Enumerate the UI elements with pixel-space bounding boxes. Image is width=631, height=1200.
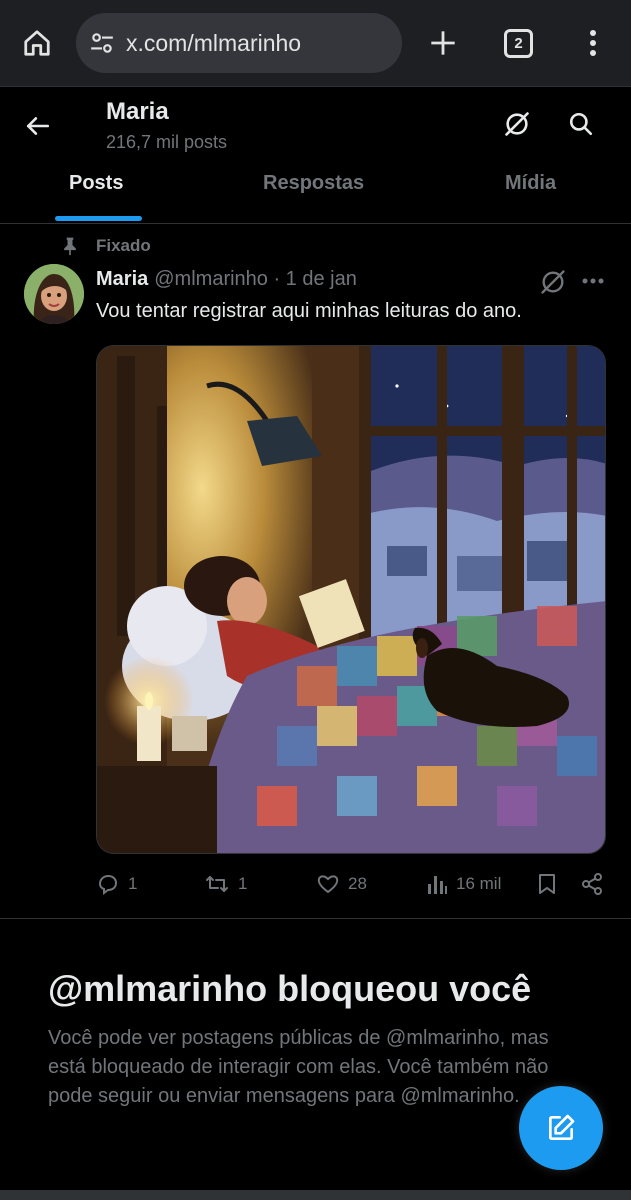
view-count: 16 mil (456, 874, 502, 893)
url-text[interactable]: x.com/mlmarinho (126, 30, 301, 57)
post-image[interactable] (96, 345, 606, 854)
browser-toolbar: x.com/mlmarinho 2 (0, 0, 631, 87)
like-button[interactable]: 28 (316, 872, 367, 896)
grok-icon[interactable] (500, 107, 534, 141)
back-arrow-icon[interactable] (22, 110, 54, 142)
post-actions: 1 1 28 16 mil (96, 872, 616, 902)
reply-icon (98, 874, 118, 895)
profile-name: Maria (106, 98, 169, 125)
profile-header: Maria 216,7 mil posts Posts Respostas Mí… (0, 88, 631, 224)
compose-icon (549, 1114, 575, 1140)
site-settings-icon[interactable] (88, 29, 116, 57)
tab-media[interactable]: Mídia (505, 172, 556, 195)
share-button[interactable] (580, 872, 612, 896)
reply-count: 1 (128, 874, 138, 893)
blocked-message: Você pode ver postagens públicas de @mlm… (48, 1027, 549, 1107)
post-header: Maria @mlmarinho · 1 de jan (96, 268, 357, 291)
reply-button[interactable]: 1 (96, 872, 137, 896)
avatar[interactable] (24, 264, 84, 324)
url-bar[interactable]: x.com/mlmarinho (76, 13, 402, 73)
tab-switcher-button[interactable]: 2 (504, 29, 533, 58)
bookmark-icon (539, 874, 555, 894)
post-text: Vou tentar registrar aqui minhas leitura… (96, 300, 522, 322)
new-tab-icon[interactable] (424, 24, 462, 62)
repost-icon (206, 876, 228, 892)
browser-menu-icon[interactable] (578, 24, 608, 62)
active-tab-indicator (55, 216, 142, 221)
more-options-icon[interactable] (581, 270, 605, 292)
repost-button[interactable]: 1 (204, 872, 247, 896)
views-button[interactable]: 16 mil (426, 872, 501, 896)
home-icon[interactable] (18, 24, 56, 62)
tab-replies[interactable]: Respostas (263, 172, 364, 195)
share-icon (582, 873, 602, 895)
heart-icon (317, 875, 339, 894)
blocked-title: @mlmarinho bloqueou você (48, 968, 532, 1009)
section-divider (0, 918, 631, 919)
tab-posts[interactable]: Posts (69, 172, 123, 195)
pin-icon (64, 237, 76, 256)
compose-post-button[interactable] (519, 1086, 603, 1170)
bottom-edge (0, 1190, 631, 1200)
pinned-indicator: Fixado (60, 236, 151, 256)
repost-count: 1 (238, 874, 248, 893)
profile-post-count: 216,7 mil posts (106, 132, 228, 152)
post-author-name[interactable]: Maria (96, 268, 148, 291)
pinned-label: Fixado (96, 236, 151, 255)
bookmark-button[interactable] (536, 872, 566, 896)
like-count: 28 (348, 874, 367, 893)
views-icon (428, 876, 447, 894)
search-icon[interactable] (564, 107, 598, 141)
grok-explain-icon[interactable] (539, 268, 567, 296)
post-author-handle[interactable]: @mlmarinho · 1 de jan (154, 268, 357, 291)
